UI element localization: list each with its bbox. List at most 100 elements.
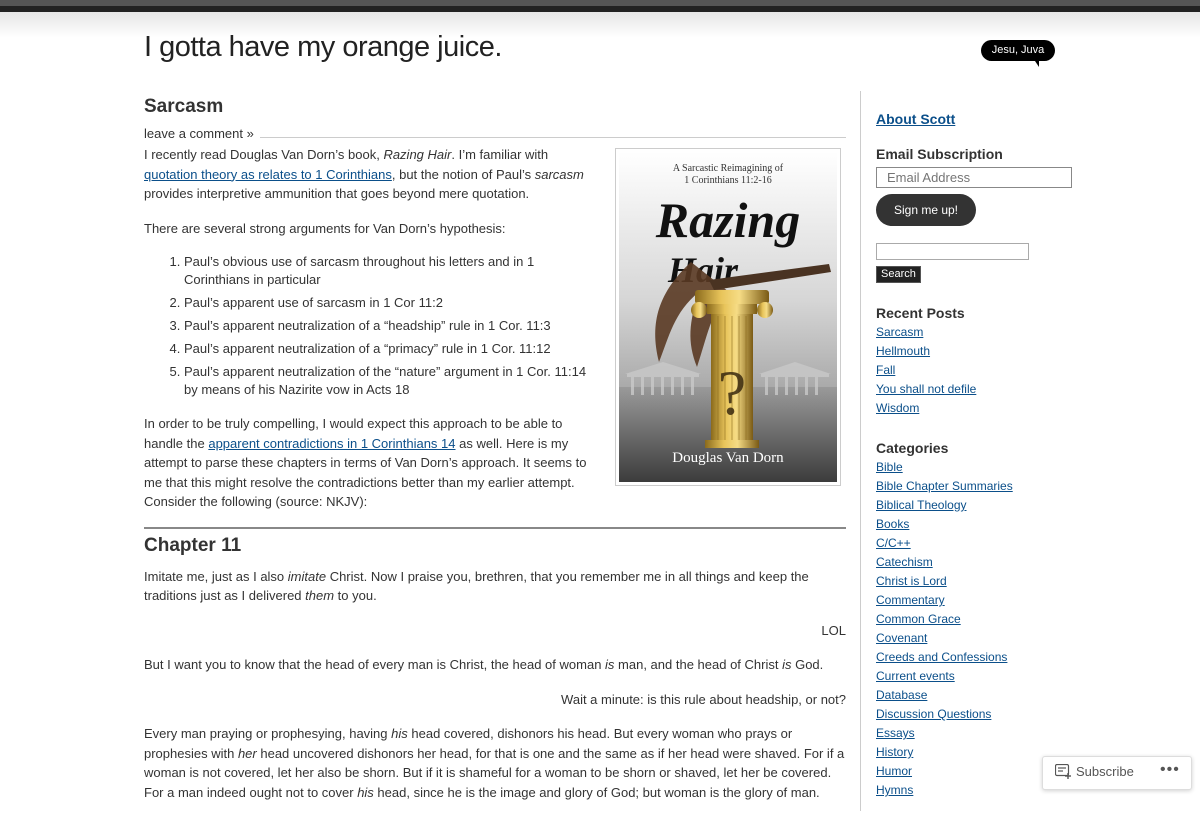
list-item: Catechism — [876, 553, 1076, 572]
list-item: You shall not defile — [876, 380, 1076, 399]
list-item: Christ is Lord — [876, 572, 1076, 591]
signup-row: Sign me up! — [876, 194, 1076, 226]
column-echinus — [707, 304, 757, 314]
category-link[interactable]: Common Grace — [876, 612, 961, 626]
post-title-text: Sarcasm — [144, 96, 224, 117]
cover-question-mark: ? — [718, 357, 746, 428]
category-link[interactable]: Essays — [876, 726, 915, 740]
list-item: C/C++ — [876, 534, 1076, 553]
intro-text: , but the notion of Paul’s — [391, 166, 535, 182]
recent-posts-list: Sarcasm Hellmouth Fall You shall not def… — [876, 323, 1076, 418]
verse-emphasis: imitate — [287, 568, 327, 584]
list-item: Fall — [876, 361, 1076, 380]
verse-emphasis: is — [605, 657, 615, 672]
quotation-theory-link[interactable]: quotation theory as relates to 1 Corinth… — [144, 167, 392, 182]
category-link[interactable]: Books — [876, 517, 909, 531]
verse-emphasis: them — [305, 588, 335, 603]
verse-text: man, and the head of Christ — [614, 657, 783, 672]
sidebar: About Scott Email Subscription Sign me u… — [860, 91, 1076, 811]
about-link[interactable]: About Scott — [876, 111, 955, 127]
recent-post-link[interactable]: Hellmouth — [876, 344, 930, 358]
category-link[interactable]: History — [876, 745, 913, 759]
recent-post-link[interactable]: You shall not defile — [876, 382, 976, 396]
list-item: Common Grace — [876, 610, 1076, 629]
search-input[interactable] — [876, 243, 1029, 260]
list-item: Books — [876, 515, 1076, 534]
about-widget: About Scott — [876, 111, 1076, 127]
category-link[interactable]: Hymns — [876, 783, 913, 797]
email-field[interactable] — [876, 167, 1072, 188]
category-link[interactable]: Discussion Questions — [876, 707, 991, 721]
recent-post-link[interactable]: Fall — [876, 363, 895, 377]
cover-subtitle-line2: 1 Corinthians 11:2-16 — [684, 175, 771, 186]
category-link[interactable]: Database — [876, 688, 927, 702]
tagline-bubble-tail — [1033, 58, 1039, 67]
chapter-heading: Chapter 11 — [144, 526, 846, 558]
list-item: Hellmouth — [876, 342, 1076, 361]
verse-text: God. — [791, 657, 824, 672]
column-volute-right — [757, 302, 773, 318]
list-item: Essays — [876, 724, 1076, 743]
book-cover-image[interactable]: A Sarcastic Reimagining of 1 Corinthians… — [616, 149, 840, 485]
category-link[interactable]: Creeds and Confessions — [876, 650, 1007, 664]
top-bar — [0, 0, 1200, 12]
list-item: Sarcasm — [876, 323, 1076, 342]
categories-title: Categories — [876, 440, 949, 456]
post-title: Sarcasm — [144, 94, 846, 120]
list-item: Bible Chapter Summaries — [876, 477, 1076, 496]
list-item: Bible — [876, 458, 1076, 477]
site-title: I gotta have my orange juice. — [144, 31, 502, 64]
verse-emphasis: his — [391, 726, 408, 741]
cover-author: Douglas Van Dorn — [672, 450, 784, 466]
list-item: Covenant — [876, 629, 1076, 648]
recent-post-link[interactable]: Wisdom — [876, 401, 919, 415]
cover-subtitle-line1: A Sarcastic Reimagining of — [673, 163, 784, 174]
intro-text: provides interpretive ammunition that go… — [144, 186, 530, 201]
verse-text: Imitate me, just as I also — [144, 568, 288, 584]
search-button[interactable]: Search — [876, 266, 921, 283]
subscribe-button[interactable]: Subscribe — [1054, 763, 1134, 779]
sarcasm-emphasis: sarcasm — [534, 166, 584, 182]
subscribe-label: Subscribe — [1076, 764, 1134, 779]
cover-title-line1: Razing — [655, 192, 801, 248]
verse-text: Every man praying or prophesying, having — [144, 726, 392, 741]
recent-posts-title: Recent Posts — [876, 305, 965, 321]
verse-paragraph: Every man praying or prophesying, having… — [144, 724, 846, 802]
list-item: Commentary — [876, 591, 1076, 610]
book-title: Razing Hair — [383, 147, 452, 162]
category-link[interactable]: Current events — [876, 669, 955, 683]
verse-emphasis: his — [357, 784, 374, 800]
leave-comment-link[interactable]: leave a comment » — [144, 126, 254, 141]
search-row: Search — [876, 265, 1076, 283]
category-link[interactable]: Catechism — [876, 555, 933, 569]
meta-divider — [260, 137, 846, 138]
reader-follow-icon — [1054, 763, 1071, 779]
category-link[interactable]: Humor — [876, 764, 912, 778]
category-link[interactable]: Bible Chapter Summaries — [876, 479, 1013, 493]
contradictions-link[interactable]: apparent contradictions in 1 Corinthians… — [208, 436, 455, 451]
category-link[interactable]: Commentary — [876, 593, 945, 607]
column-volute-left — [691, 302, 707, 318]
more-options-icon[interactable]: ••• — [1160, 761, 1180, 779]
email-subscription-title: Email Subscription — [876, 146, 1003, 162]
post-meta: leave a comment » — [144, 125, 846, 145]
list-item: Database — [876, 686, 1076, 705]
verse-text: But I want you to know that the head of … — [144, 657, 606, 672]
post-content: Sarcasm leave a comment » A Sarcastic Re… — [144, 94, 846, 817]
list-item: Current events — [876, 667, 1076, 686]
list-item: Discussion Questions — [876, 705, 1076, 724]
intro-text: . I’m familiar with — [451, 147, 549, 162]
column-capital — [695, 290, 769, 304]
sign-up-button[interactable]: Sign me up! — [876, 194, 976, 226]
category-link[interactable]: Biblical Theology — [876, 498, 967, 512]
verse-text: head, since he is the image and glory of… — [373, 784, 820, 800]
category-link[interactable]: Covenant — [876, 631, 927, 645]
category-link[interactable]: Christ is Lord — [876, 574, 947, 588]
site-title-link[interactable]: I gotta have my orange juice. — [144, 31, 502, 63]
categories-list: Bible Bible Chapter Summaries Biblical T… — [876, 458, 1076, 800]
category-link[interactable]: Bible — [876, 460, 903, 474]
verse-text: to you. — [334, 588, 377, 603]
recent-post-link[interactable]: Sarcasm — [876, 325, 923, 339]
category-link[interactable]: C/C++ — [876, 536, 911, 550]
list-item: Creeds and Confessions — [876, 648, 1076, 667]
